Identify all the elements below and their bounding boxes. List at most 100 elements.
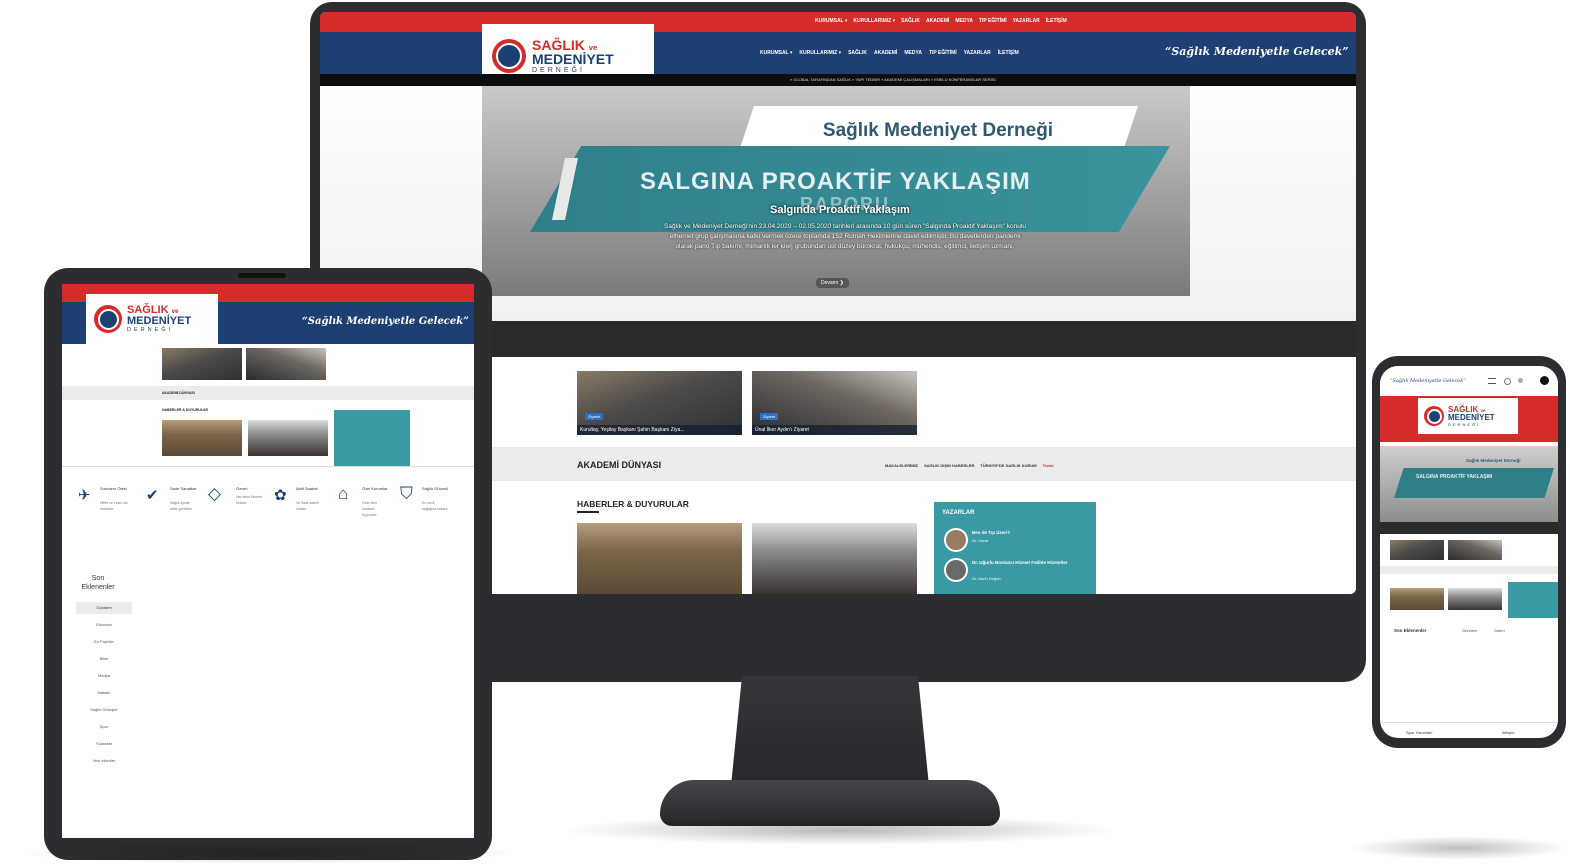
tablet-logo[interactable]: SAĞLIK ve MEDENİYET DERNEĞİ [86,294,218,344]
main-nav-item[interactable]: SAĞLIK [848,50,867,56]
academy-bar: AKADEMİ DÜNYASI MAKALELERİMİZ SAĞLIK DIŞ… [487,447,1356,481]
top-nav-item[interactable]: TIP EĞİTİMİ [979,18,1007,24]
menu-item[interactable]: En Popüler [76,636,132,648]
main-nav-item[interactable]: TIP EĞİTİMİ [929,50,957,56]
top-nav-item[interactable]: MEDYA [955,18,973,24]
tablet-section-title: AKADEMİ DÜNYASI [162,391,195,395]
phone-thumb[interactable] [1448,540,1502,560]
writer-title[interactable]: Ben de Tıp Üzeri? [972,530,1010,535]
top-nav-item[interactable]: İLETİŞİM [1046,18,1067,24]
top-nav-item[interactable]: KURULLARIMIZ ▾ [853,18,895,24]
writer-title[interactable]: Dr. Uğurlu Bostancı Hizmet Fatihte Hizme… [972,560,1082,565]
phone-logo[interactable]: SAĞLIK ve MEDENİYET DERNEĞİ [1418,398,1518,434]
menu-item[interactable]: Makale [76,687,132,699]
news-card[interactable]: Ziyaret Ünal İlker Aydın'ı Ziyaret [752,371,917,435]
phone-tab[interactable]: Gündem [1462,628,1477,633]
phone-dark-band [1380,522,1558,534]
writer-name: Dr. Yazar [972,538,989,543]
gear-icon: ✿ [274,487,287,504]
logo-text-2: MEDENİYET [127,314,192,327]
menu-item[interactable]: Gündem [76,602,132,614]
desktop-motto: “Sağlık Medeniyetle Gelecek” [1165,45,1349,58]
tablet-news-photo[interactable] [248,420,328,456]
phone-footer-right[interactable]: İletişim [1502,730,1514,735]
monitor-neck [730,676,930,796]
phone-writers-panel [1508,582,1558,618]
menu-item[interactable]: Sağlık Görüşler [76,704,132,716]
top-nav-item[interactable]: KURUMSAL ▾ [815,18,847,24]
phone-banner-sub: SALGINA PROAKTİF YAKLAŞIM [1416,474,1493,480]
shield-icon: ⛉ [400,484,413,503]
academy-more-link[interactable]: Tümü [1043,463,1054,468]
logo-text-3: DERNEĞİ [532,67,585,74]
logo-text-3: DERNEĞİ [1448,421,1481,427]
logo-text-1: SAĞLIK [127,303,169,316]
phone-screen: “Sağlık Medeniyetle Gelecek” SAĞLIK ve M… [1380,366,1558,738]
logo-emblem-icon [1424,406,1444,426]
academy-link[interactable]: SAĞLIK DIŞIN HABERLER [924,463,974,468]
feature-title: Sınırların Ötesi [100,486,127,491]
top-nav-item[interactable]: YAZARLAR [1013,18,1040,24]
logo-emblem-icon [94,305,122,333]
phone-thumb[interactable] [1390,540,1444,560]
tablet-thumb[interactable] [162,348,242,380]
hero-banner-title: Sağlık Medeniyet Derneği [822,120,1054,141]
writer-avatar[interactable] [944,528,968,552]
academy-link[interactable]: TÜRKİYE'DE SAĞLIK KURUM [980,463,1036,468]
main-nav-item[interactable]: YAZARLAR [964,50,991,56]
phone-tab[interactable]: Galeri [1494,628,1505,633]
factory-icon: ⌂ [338,484,349,503]
feature-title: Sağlık Güvenli [422,486,448,491]
tablet-writers-panel [334,410,410,466]
academy-link[interactable]: MAKALELERİMİZ [885,463,918,468]
desktop-top-bar: KURUMSAL ▾ KURULLARIMIZ ▾ SAĞLIK AKADEMİ… [320,12,1356,32]
phone-footer-divider [1380,722,1558,723]
main-nav-item[interactable]: AKADEMİ [874,50,897,56]
card-caption: Kurultay, Yeşilay Başkanı Şahin Başkanı … [577,425,742,435]
close-icon[interactable] [1540,376,1549,385]
menu-item[interactable]: Bilim [76,653,132,665]
news-card[interactable]: Ziyaret Kurultay, Yeşilay Başkanı Şahin … [577,371,742,435]
main-nav-item[interactable]: KURUMSAL ▾ [760,50,792,56]
tablet-divider [62,466,474,467]
main-nav-item[interactable]: MEDYA [904,50,922,56]
user-icon[interactable] [1518,378,1523,383]
menu-item[interactable]: Yeni eklenler [76,755,132,767]
menu-icon[interactable] [1488,378,1496,384]
desktop-content: Ziyaret Kurultay, Yeşilay Başkanı Şahin … [487,357,1356,594]
phone-section-bar [1380,566,1558,574]
top-nav-item[interactable]: AKADEMİ [926,18,949,24]
menu-item[interactable]: Ekonomi [76,619,132,631]
ticker-text[interactable]: » GLOBAL TARAFINDAN SAĞLIK » YAPI TEDBİR… [790,77,996,82]
search-icon[interactable] [1504,378,1511,385]
feature-text: Her birini Hizmet İmkanı [236,495,262,505]
writer-avatar[interactable] [944,558,968,582]
hero-more-button[interactable]: Devamı ❯ [816,278,849,288]
menu-item[interactable]: Yüksekte [76,738,132,750]
menu-item[interactable]: Medya [76,670,132,682]
phone-footer-left[interactable]: Spor Yorumları [1406,730,1432,735]
main-nav-item[interactable]: KURULLARIMIZ ▾ [799,50,841,56]
top-nav-item[interactable]: SAĞLIK [901,18,920,24]
menu-item[interactable]: Spor [76,721,132,733]
feature-title: Sade Sanatkar [170,486,197,491]
desktop-header: KURUMSAL ▾ KURULLARIMIZ ▾ SAĞLIK AKADEMİ… [320,32,1356,74]
feature-title: Aktif Saahat [296,486,318,491]
phone-news-photo[interactable] [1448,588,1502,610]
card-badge: Ziyaret [585,413,604,420]
logo-text-small: ve [1480,407,1486,413]
phone-topbar: “Sağlık Medeniyetle Gelecek” [1380,366,1558,396]
plane-icon: ✈ [78,487,91,504]
news-photo[interactable] [577,523,742,594]
logo-text-2: MEDENİYET [1448,412,1495,422]
tablet-thumb[interactable] [246,348,326,380]
phone-news-photo[interactable] [1390,588,1444,610]
writers-title: YAZARLAR [942,510,975,516]
news-photo[interactable] [752,523,917,594]
feature-title: Özel Kurumlar [362,486,388,491]
news-title-underline [577,511,599,513]
tablet-screen: “Sağlık Medeniyetle Gelecek” SAĞLIK ve M… [62,284,474,838]
writers-panel: YAZARLAR Ben de Tıp Üzeri? Dr. Yazar Dr.… [934,502,1096,594]
main-nav-item[interactable]: İLETİŞİM [998,50,1019,56]
tablet-news-photo[interactable] [162,420,242,456]
